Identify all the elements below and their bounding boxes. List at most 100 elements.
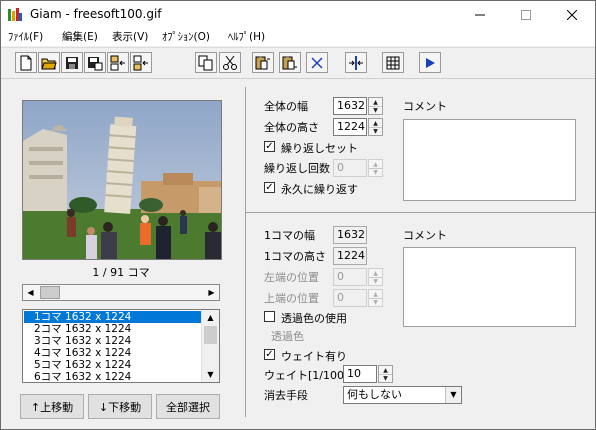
total-height-input[interactable]: 1224 xyxy=(333,118,367,136)
transparent-checkbox[interactable] xyxy=(264,311,275,322)
move-up-button[interactable]: ↑上移動 xyxy=(20,394,84,419)
insert-after-icon xyxy=(133,55,148,70)
spin-down-icon[interactable]: ▼ xyxy=(369,298,382,306)
select-all-button[interactable]: 全部選択 xyxy=(156,394,220,419)
image-comment-field[interactable] xyxy=(403,119,576,201)
top-position-input[interactable]: 0 xyxy=(333,289,367,307)
top-position-spinner[interactable]: ▲ ▼ xyxy=(368,289,383,307)
list-item[interactable]: 1コマ 1632 x 1224 xyxy=(24,311,203,323)
total-width-input[interactable]: 1632 xyxy=(333,97,367,115)
close-icon xyxy=(567,10,577,20)
toolbar xyxy=(1,47,595,79)
paste-after-button[interactable] xyxy=(279,52,301,73)
total-height-label: 全体の高さ xyxy=(264,121,319,134)
maximize-button[interactable] xyxy=(503,1,549,29)
loop-set-checkbox[interactable]: ✓ xyxy=(264,141,275,152)
menu-view[interactable]: 表示(V) xyxy=(109,29,151,46)
save-as-button[interactable] xyxy=(84,52,106,73)
close-button[interactable] xyxy=(549,1,595,29)
grid-button[interactable] xyxy=(382,52,404,73)
list-scrollbar[interactable]: ▲ ▼ xyxy=(201,310,219,382)
dispose-select[interactable]: 何もしない ▼ xyxy=(343,386,462,404)
menu-file[interactable]: ﾌｧｲﾙ(F) xyxy=(5,29,46,46)
section-divider xyxy=(246,212,595,213)
app-icon xyxy=(8,8,22,21)
scroll-down-arrow-icon[interactable]: ▼ xyxy=(202,367,219,382)
paste-after-icon xyxy=(282,55,297,69)
new-button[interactable] xyxy=(15,52,37,73)
scroll-up-arrow-icon[interactable]: ▲ xyxy=(202,310,219,325)
play-icon xyxy=(426,57,435,68)
loop-count-spinner[interactable]: ▲ ▼ xyxy=(368,159,383,177)
copy-button[interactable] xyxy=(195,52,217,73)
loop-set-label: 繰り返しセット xyxy=(281,142,358,155)
menu-edit[interactable]: 編集(E) xyxy=(59,29,101,46)
save-button[interactable] xyxy=(61,52,83,73)
transparent-color-label: 透過色 xyxy=(271,330,304,343)
window-title: Giam - freesoft100.gif xyxy=(30,7,162,21)
wait-time-input[interactable]: 10 xyxy=(343,365,377,383)
delete-button[interactable] xyxy=(306,52,328,73)
spin-down-icon[interactable]: ▼ xyxy=(369,277,382,285)
list-item[interactable]: 6コマ 1632 x 1224 xyxy=(24,371,203,382)
total-width-spinner[interactable]: ▲ ▼ xyxy=(368,97,383,115)
list-item[interactable]: 3コマ 1632 x 1224 xyxy=(24,335,203,347)
total-height-spinner[interactable]: ▲ ▼ xyxy=(368,118,383,136)
frame-preview xyxy=(22,100,222,260)
insert-after-button[interactable] xyxy=(130,52,152,73)
resize-frames-button[interactable] xyxy=(345,52,367,73)
panel-divider xyxy=(245,87,246,417)
list-item[interactable]: 4コマ 1632 x 1224 xyxy=(24,347,203,359)
insert-before-button[interactable] xyxy=(107,52,129,73)
cut-button[interactable] xyxy=(219,52,241,73)
maximize-icon xyxy=(521,10,531,20)
save-icon xyxy=(66,56,78,69)
save-as-icon xyxy=(88,56,103,70)
loop-forever-checkbox[interactable]: ✓ xyxy=(264,182,275,193)
left-position-spinner[interactable]: ▲ ▼ xyxy=(368,268,383,286)
frame-comment-field[interactable] xyxy=(403,247,576,327)
insert-before-icon xyxy=(110,55,125,70)
menu-options[interactable]: ｵﾌﾟｼｮﾝ(O) xyxy=(159,29,213,46)
image-comment-label: コメント xyxy=(403,100,447,113)
spin-down-icon[interactable]: ▼ xyxy=(369,127,382,135)
play-button[interactable] xyxy=(419,52,441,73)
scroll-thumb[interactable] xyxy=(40,286,60,299)
move-down-button[interactable]: ↓下移動 xyxy=(88,394,152,419)
scroll-right-arrow-icon[interactable]: ▶ xyxy=(204,285,219,300)
loop-count-input[interactable]: 0 xyxy=(333,159,367,177)
open-button[interactable] xyxy=(38,52,60,73)
scroll-left-arrow-icon[interactable]: ◀ xyxy=(23,285,38,300)
cut-icon xyxy=(223,55,237,70)
top-position-label: 上端の位置 xyxy=(264,292,319,305)
title-bar: Giam - freesoft100.gif xyxy=(1,1,595,29)
wait-label: ウェイト有り xyxy=(281,350,347,363)
paste-before-button[interactable] xyxy=(252,52,274,73)
chevron-down-icon[interactable]: ▼ xyxy=(445,387,461,403)
spin-down-icon[interactable]: ▼ xyxy=(369,168,382,176)
spin-down-icon[interactable]: ▼ xyxy=(369,106,382,114)
left-position-label: 左端の位置 xyxy=(264,271,319,284)
wait-checkbox[interactable]: ✓ xyxy=(264,349,275,360)
resize-frames-icon xyxy=(349,55,363,70)
app-window: Giam - freesoft100.gif ﾌｧｲﾙ(F) 編集(E) 表示(… xyxy=(0,0,596,430)
spin-down-icon[interactable]: ▼ xyxy=(379,374,392,382)
grid-icon xyxy=(386,56,400,69)
frame-width-value: 1632 xyxy=(333,226,367,244)
frame-list[interactable]: 1コマ 1632 x 1224 2コマ 1632 x 1224 3コマ 1632… xyxy=(22,309,220,383)
delete-icon xyxy=(311,56,323,69)
frame-scrollbar[interactable]: ◀ ▶ xyxy=(22,284,220,301)
menu-help[interactable]: ﾍﾙﾌﾟ(H) xyxy=(225,29,268,46)
copy-icon xyxy=(198,55,213,70)
minimize-button[interactable] xyxy=(457,1,503,29)
preview-image xyxy=(23,101,221,259)
wait-time-spinner[interactable]: ▲ ▼ xyxy=(378,365,393,383)
new-file-icon xyxy=(20,55,32,70)
frame-comment-label: コメント xyxy=(403,229,447,242)
left-position-input[interactable]: 0 xyxy=(333,268,367,286)
wait-time-label: ウェイト[1/100s] xyxy=(264,369,355,382)
list-item[interactable]: 2コマ 1632 x 1224 xyxy=(24,323,203,335)
frame-counter: 1 / 91 コマ xyxy=(92,266,150,279)
list-scroll-thumb[interactable] xyxy=(204,326,217,344)
list-item[interactable]: 5コマ 1632 x 1224 xyxy=(24,359,203,371)
